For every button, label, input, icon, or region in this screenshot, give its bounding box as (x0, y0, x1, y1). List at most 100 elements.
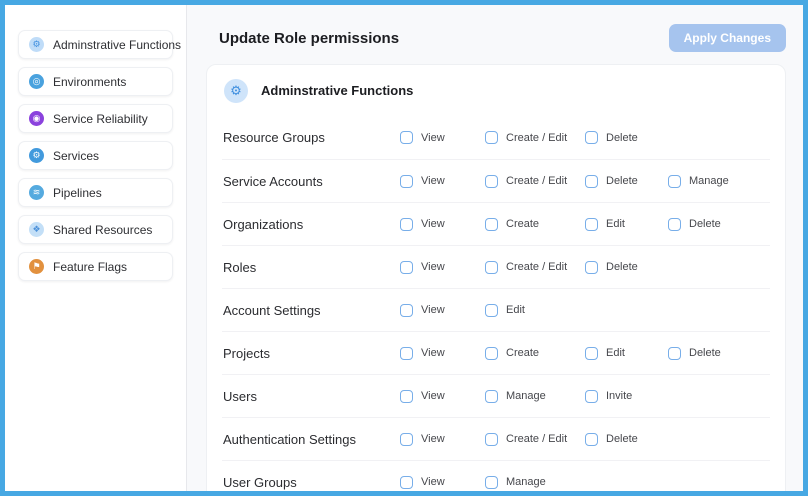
sidebar: ⚙Adminstrative Functions◎Environments◉Se… (5, 5, 186, 491)
permission-row: Service AccountsViewCreate / EditDelete M… (222, 159, 770, 202)
permission-cell: View (400, 347, 485, 360)
permission-cell: View (400, 261, 485, 274)
permission-checkbox[interactable] (585, 175, 598, 188)
permission-checkbox[interactable] (585, 218, 598, 231)
permission-checkbox[interactable] (485, 175, 498, 188)
permission-checkbox[interactable] (400, 304, 413, 317)
permission-cell: Edit (585, 347, 668, 360)
permission-resource-name: Roles (222, 260, 400, 275)
services-gear-icon: ⚙ (29, 148, 44, 163)
permission-row: ProjectsView Create Edit Delete (222, 331, 770, 374)
sidebar-item-pipelines[interactable]: ≋Pipelines (18, 178, 173, 207)
sidebar-item-feature-flags[interactable]: ⚑ Feature Flags (18, 252, 173, 281)
permission-row: Users View Manage Invite (222, 374, 770, 417)
permission-checkbox[interactable] (485, 304, 498, 317)
reliability-gauge-icon: ◉ (29, 111, 44, 126)
permission-resource-name: Service Accounts (222, 174, 400, 189)
permission-checkbox-label: Delete (606, 433, 638, 445)
permission-checkbox-label: View (421, 261, 445, 273)
page-header: Update Role permissions Apply Changes (206, 26, 786, 50)
permission-cell: Delete (668, 347, 770, 360)
permission-checkbox[interactable] (400, 390, 413, 403)
permission-checkbox[interactable] (585, 131, 598, 144)
permission-row: User GroupsViewManage (222, 460, 770, 491)
permission-checkbox-label: View (421, 218, 445, 230)
permission-checkbox-label: Create (506, 347, 539, 359)
permission-cell: View (400, 175, 485, 188)
sidebar-item-service-reliability[interactable]: ◉ Service Reliability (18, 104, 173, 133)
permission-checkbox[interactable] (485, 218, 498, 231)
permission-cell: Manage (485, 476, 585, 489)
permission-checkbox[interactable] (585, 433, 598, 446)
permission-checkbox[interactable] (668, 175, 681, 188)
permission-checkbox-label: Manage (506, 476, 546, 488)
permission-row: Roles View Create / Edit Delete (222, 245, 770, 288)
permission-row: Account SettingsViewEdit (222, 288, 770, 331)
permission-cell: Delete (668, 218, 770, 231)
permission-checkbox[interactable] (485, 131, 498, 144)
sidebar-item-label: Shared Resources (53, 223, 152, 237)
permission-checkbox[interactable] (400, 131, 413, 144)
permission-resource-name: Projects (222, 346, 400, 361)
shared-resources-icon: ❖ (29, 222, 44, 237)
permission-checkbox[interactable] (485, 261, 498, 274)
sidebar-item-services[interactable]: ⚙Services (18, 141, 173, 170)
permission-checkbox-label: Delete (689, 218, 721, 230)
permission-checkbox[interactable] (485, 347, 498, 360)
permission-cell: Delete (585, 433, 668, 446)
permission-cell: Create / Edit (485, 175, 585, 188)
permission-checkbox[interactable] (400, 261, 413, 274)
permission-row: Resource GroupsViewCreate / EditDelete (222, 116, 770, 159)
permission-checkbox-label: View (421, 390, 445, 402)
permission-checkbox-label: Create (506, 218, 539, 230)
sidebar-item-environments[interactable]: ◎Environments (18, 67, 173, 96)
card-header: ⚙ Adminstrative Functions (222, 65, 770, 116)
sidebar-item-label: Feature Flags (53, 260, 127, 274)
permission-checkbox-label: View (421, 132, 445, 144)
sidebar-item-adminstrative-functions[interactable]: ⚙Adminstrative Functions (18, 30, 173, 59)
permission-cell: Edit (585, 218, 668, 231)
permission-cell: View (400, 304, 485, 317)
permission-checkbox-label: Invite (606, 390, 632, 402)
sidebar-item-label: Service Reliability (53, 112, 148, 126)
permission-checkbox-label: Edit (506, 304, 525, 316)
permission-cell: Delete (585, 175, 668, 188)
environments-icon: ◎ (29, 74, 44, 89)
permission-checkbox[interactable] (668, 347, 681, 360)
permission-checkbox[interactable] (668, 218, 681, 231)
permission-checkbox[interactable] (400, 476, 413, 489)
permission-checkbox[interactable] (485, 390, 498, 403)
permission-cell: Manage (485, 390, 585, 403)
permission-resource-name: Organizations (222, 217, 400, 232)
permission-resource-name: User Groups (222, 475, 400, 490)
permission-checkbox-label: Create / Edit (506, 261, 567, 273)
permission-checkbox[interactable] (400, 175, 413, 188)
permission-checkbox[interactable] (400, 347, 413, 360)
permission-checkbox-label: Edit (606, 347, 625, 359)
permission-checkbox-label: Edit (606, 218, 625, 230)
permission-resource-name: Users (222, 389, 400, 404)
permission-cell: Create / Edit (485, 261, 585, 274)
permission-checkbox[interactable] (485, 433, 498, 446)
main-panel: Update Role permissions Apply Changes ⚙ … (187, 5, 803, 491)
permission-checkbox[interactable] (400, 218, 413, 231)
permission-checkbox-label: Manage (689, 175, 729, 187)
permission-checkbox[interactable] (585, 390, 598, 403)
permission-checkbox-label: Delete (606, 261, 638, 273)
permission-checkbox[interactable] (485, 476, 498, 489)
permission-row: Authentication SettingsViewCreate / Edit… (222, 417, 770, 460)
permission-resource-name: Authentication Settings (222, 432, 400, 447)
permission-checkbox-label: View (421, 304, 445, 316)
permission-cell: View (400, 131, 485, 144)
permission-checkbox-label: Delete (606, 132, 638, 144)
permission-checkbox[interactable] (400, 433, 413, 446)
gear-icon: ⚙ (224, 79, 248, 103)
permission-checkbox[interactable] (585, 347, 598, 360)
sidebar-item-shared-resources[interactable]: ❖ Shared Resources (18, 215, 173, 244)
apply-changes-button[interactable]: Apply Changes (669, 24, 786, 52)
sidebar-item-label: Adminstrative Functions (53, 38, 181, 52)
flag-icon: ⚑ (29, 259, 44, 274)
permission-checkbox[interactable] (585, 261, 598, 274)
permission-cell: Create (485, 347, 585, 360)
permissions-list: Resource GroupsViewCreate / EditDeleteSe… (222, 116, 770, 491)
